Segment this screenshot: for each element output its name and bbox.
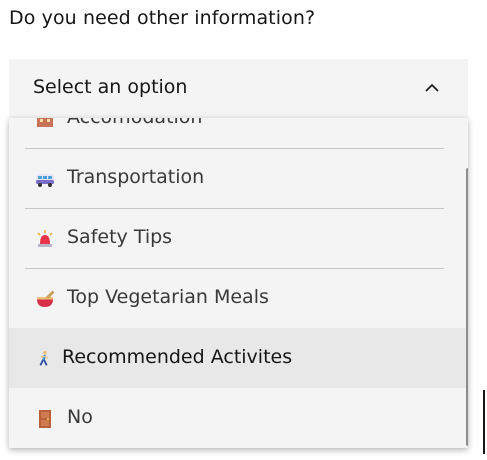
- minibus-icon: [36, 174, 54, 187]
- option-label: No: [67, 406, 93, 428]
- option-transportation[interactable]: Transportation: [9, 148, 468, 208]
- option-safety-tips[interactable]: Safety Tips: [9, 208, 468, 268]
- option-select[interactable]: Select an option: [9, 59, 468, 118]
- text-cursor: [483, 390, 485, 454]
- dropdown-menu: Accomodation Transportation: [9, 118, 468, 448]
- hotel-icon: [37, 118, 53, 127]
- scrollbar[interactable]: [466, 168, 468, 446]
- option-accomodation[interactable]: Accomodation: [9, 118, 468, 148]
- option-recommended-activities[interactable]: Recommended Activites: [9, 328, 468, 388]
- option-no[interactable]: No: [9, 388, 468, 448]
- police-light-icon: [37, 230, 53, 247]
- divider: [25, 148, 444, 149]
- noodle-bowl-icon: [37, 290, 55, 307]
- option-label: Accomodation: [67, 118, 202, 128]
- option-label: Recommended Activites: [62, 346, 293, 368]
- divider: [25, 268, 444, 269]
- option-label: Safety Tips: [67, 226, 173, 248]
- option-top-vegetarian-meals[interactable]: Top Vegetarian Meals: [9, 268, 468, 328]
- select-placeholder: Select an option: [33, 76, 188, 98]
- dropdown-list: Accomodation Transportation: [9, 118, 468, 448]
- divider: [25, 208, 444, 209]
- person-running-icon: [39, 350, 48, 366]
- door-icon: [39, 410, 51, 428]
- option-label: Transportation: [67, 166, 205, 188]
- chevron-up-icon[interactable]: [423, 79, 441, 97]
- question-label: Do you need other information?: [9, 7, 316, 29]
- option-label: Top Vegetarian Meals: [67, 286, 269, 308]
